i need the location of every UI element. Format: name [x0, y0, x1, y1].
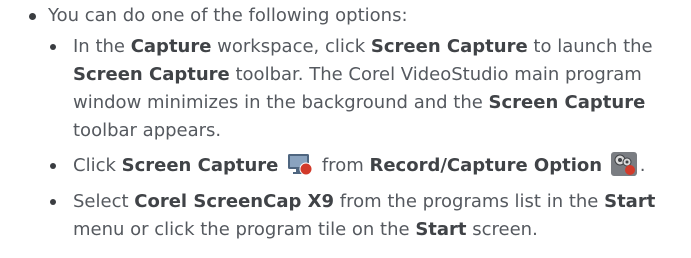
corel-screencap-term: Corel ScreenCap X9: [134, 191, 335, 212]
capture-term: Capture: [130, 36, 212, 57]
intro-line: You can do one of the following options:: [48, 2, 408, 30]
screen-capture-term: Screen Capture: [121, 155, 279, 176]
screen-capture-icon: [287, 152, 313, 176]
record-capture-option-icon: [610, 152, 637, 176]
start-term: Start: [415, 219, 467, 240]
screen-capture-term: Screen Capture: [370, 36, 528, 57]
bullet-level-2: [50, 199, 56, 205]
bullet-level-1: [29, 13, 36, 20]
item-2-line-1: Click Screen Capture from Record/Capture…: [73, 152, 646, 180]
item-3-line-1: Select Corel ScreenCap X9 from the progr…: [73, 191, 656, 212]
item-3-line-2: menu or click the program tile on the St…: [73, 219, 538, 240]
screen-capture-term: Screen Capture: [73, 64, 230, 85]
item-1-line-1: In the Capture workspace, click Screen C…: [73, 36, 653, 57]
intro-text: You can do one of the following options:: [48, 5, 408, 26]
item-1-line-4: toolbar appears.: [73, 120, 222, 141]
item-1-line-3: window minimizes in the background and t…: [73, 92, 646, 113]
item-1-line-2: Screen Capture toolbar. The Corel VideoS…: [73, 64, 642, 85]
screen-capture-term: Screen Capture: [488, 92, 646, 113]
bullet-level-2: [50, 163, 56, 169]
start-term: Start: [604, 191, 656, 212]
record-capture-option-term: Record/Capture Option: [369, 155, 603, 176]
bullet-level-2: [50, 44, 56, 50]
document-body: You can do one of the following options:…: [0, 0, 691, 258]
